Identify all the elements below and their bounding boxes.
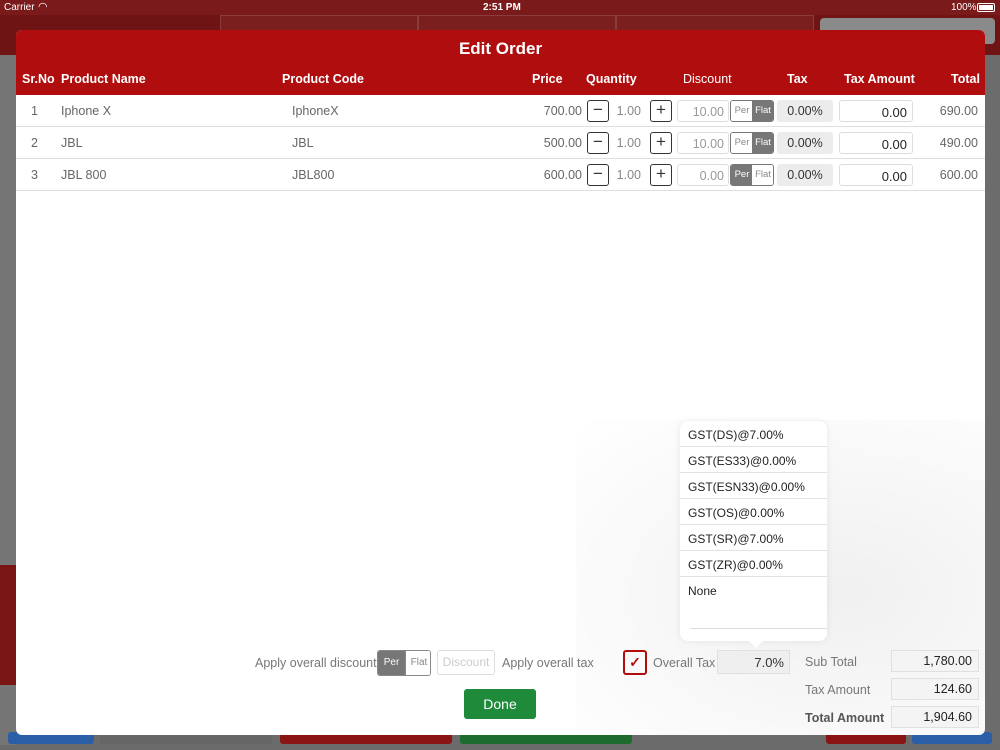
tax-options-popover: GST(DS)@7.00% GST(ES33)@0.00% GST(ESN33)…	[680, 421, 827, 648]
tax-option[interactable]: GST(OS)@0.00%	[680, 499, 827, 525]
discount-flat-option[interactable]: Flat	[752, 133, 773, 153]
edit-order-modal: Edit Order Sr.No Product Name Product Co…	[16, 30, 985, 735]
overall-discount-input[interactable]: Discount	[437, 650, 495, 675]
row-tax-selector[interactable]: 0.00%	[777, 164, 833, 186]
battery-icon	[977, 3, 995, 12]
modal-header: Edit Order Sr.No Product Name Product Co…	[16, 30, 985, 95]
tax-option[interactable]: GST(DS)@7.00%	[680, 421, 827, 447]
col-header-quantity: Quantity	[586, 72, 637, 86]
wifi-icon: ◠	[38, 1, 48, 13]
tax-option[interactable]: GST(ZR)@0.00%	[680, 551, 827, 577]
row-srno: 2	[31, 136, 38, 150]
row-srno: 3	[31, 168, 38, 182]
quantity-plus-button[interactable]: +	[650, 132, 672, 154]
discount-flat-option[interactable]: Flat	[752, 101, 773, 121]
popover-arrow	[746, 638, 766, 648]
row-total: 600.00	[939, 168, 978, 182]
sub-total-value: 1,780.00	[891, 650, 979, 672]
overall-discount-flat-option[interactable]: Flat	[405, 651, 430, 675]
row-price: 500.00	[543, 136, 582, 150]
table-row: 2 JBL JBL 500.00 − 1.00 + 10.00 Per Flat…	[16, 127, 985, 159]
row-tax-amount-input[interactable]: 0.00	[839, 132, 913, 154]
background-summary	[0, 565, 16, 685]
row-product-name: JBL	[61, 136, 83, 150]
row-discount-input[interactable]: 10.00	[677, 132, 729, 154]
quantity-minus-button[interactable]: −	[587, 132, 609, 154]
done-button[interactable]: Done	[464, 689, 536, 719]
sub-total-label: Sub Total	[805, 655, 857, 669]
col-header-srno: Sr.No	[22, 72, 55, 86]
row-product-code: JBL800	[292, 168, 335, 182]
total-amount-label: Total Amount	[805, 711, 885, 725]
tax-amount-value: 124.60	[891, 678, 979, 700]
col-header-tax-amount: Tax Amount	[844, 72, 915, 86]
modal-title: Edit Order	[458, 39, 543, 58]
col-header-product-code: Product Code	[282, 72, 364, 86]
overall-discount-mode-toggle[interactable]: Per Flat	[377, 650, 431, 676]
row-tax-selector[interactable]: 0.00%	[777, 132, 833, 154]
discount-per-option[interactable]: Per	[731, 165, 753, 185]
col-header-product-name: Product Name	[61, 72, 146, 86]
row-quantity: 1.00	[616, 104, 641, 118]
row-tax-amount-input[interactable]: 0.00	[839, 100, 913, 122]
tax-amount-label: Tax Amount	[805, 683, 871, 697]
row-total: 690.00	[939, 104, 978, 118]
discount-mode-toggle[interactable]: Per Flat	[730, 100, 774, 122]
row-product-code: IphoneX	[292, 104, 339, 118]
row-product-code: JBL	[292, 136, 314, 150]
tax-option-none[interactable]: None	[680, 577, 827, 603]
col-header-total: Total	[951, 72, 980, 86]
popover-divider	[690, 628, 827, 629]
col-header-discount: Discount	[683, 72, 732, 86]
overall-discount-per-option[interactable]: Per	[378, 651, 405, 675]
carrier-label: Carrier	[4, 2, 35, 13]
battery-percent: 100%	[951, 2, 977, 13]
discount-flat-option[interactable]: Flat	[752, 165, 773, 185]
discount-mode-toggle[interactable]: Per Flat	[730, 132, 774, 154]
quantity-plus-button[interactable]: +	[650, 164, 672, 186]
clock: 2:51 PM	[483, 2, 521, 13]
row-tax-selector[interactable]: 0.00%	[777, 100, 833, 122]
row-product-name: Iphone X	[61, 104, 112, 118]
checkmark-icon: ✓	[629, 654, 641, 670]
row-quantity: 1.00	[616, 136, 641, 150]
quantity-minus-button[interactable]: −	[587, 164, 609, 186]
tax-option[interactable]: GST(ESN33)@0.00%	[680, 473, 827, 499]
discount-per-option[interactable]: Per	[731, 101, 753, 121]
discount-per-option[interactable]: Per	[731, 133, 753, 153]
overall-tax-value[interactable]: 7.0%	[717, 650, 790, 674]
col-header-tax: Tax	[787, 72, 808, 86]
discount-mode-toggle[interactable]: Per Flat	[730, 164, 774, 186]
row-srno: 1	[31, 104, 38, 118]
row-price: 700.00	[543, 104, 582, 118]
col-header-price: Price	[532, 72, 563, 86]
overall-tax-checkbox[interactable]: ✓	[623, 650, 647, 675]
row-tax-amount-input[interactable]: 0.00	[839, 164, 913, 186]
total-amount-value: 1,904.60	[891, 706, 979, 728]
quantity-minus-button[interactable]: −	[587, 100, 609, 122]
row-price: 600.00	[543, 168, 582, 182]
tax-option[interactable]: GST(ES33)@0.00%	[680, 447, 827, 473]
apply-overall-discount-label: Apply overall discount	[255, 656, 377, 670]
row-product-name: JBL 800	[61, 168, 107, 182]
table-row: 1 Iphone X IphoneX 700.00 − 1.00 + 10.00…	[16, 95, 985, 127]
table-row: 3 JBL 800 JBL800 600.00 − 1.00 + 0.00 Pe…	[16, 159, 985, 191]
tax-option[interactable]: GST(SR)@7.00%	[680, 525, 827, 551]
overall-tax-label: Overall Tax	[653, 656, 716, 670]
quantity-plus-button[interactable]: +	[650, 100, 672, 122]
row-quantity: 1.00	[616, 168, 641, 182]
status-bar: Carrier ◠ 2:51 PM 100%	[0, 0, 1000, 15]
apply-overall-tax-label: Apply overall tax	[502, 656, 594, 670]
row-discount-input[interactable]: 10.00	[677, 100, 729, 122]
background-right-panel	[984, 55, 1000, 745]
row-discount-input[interactable]: 0.00	[677, 164, 729, 186]
row-total: 490.00	[939, 136, 978, 150]
